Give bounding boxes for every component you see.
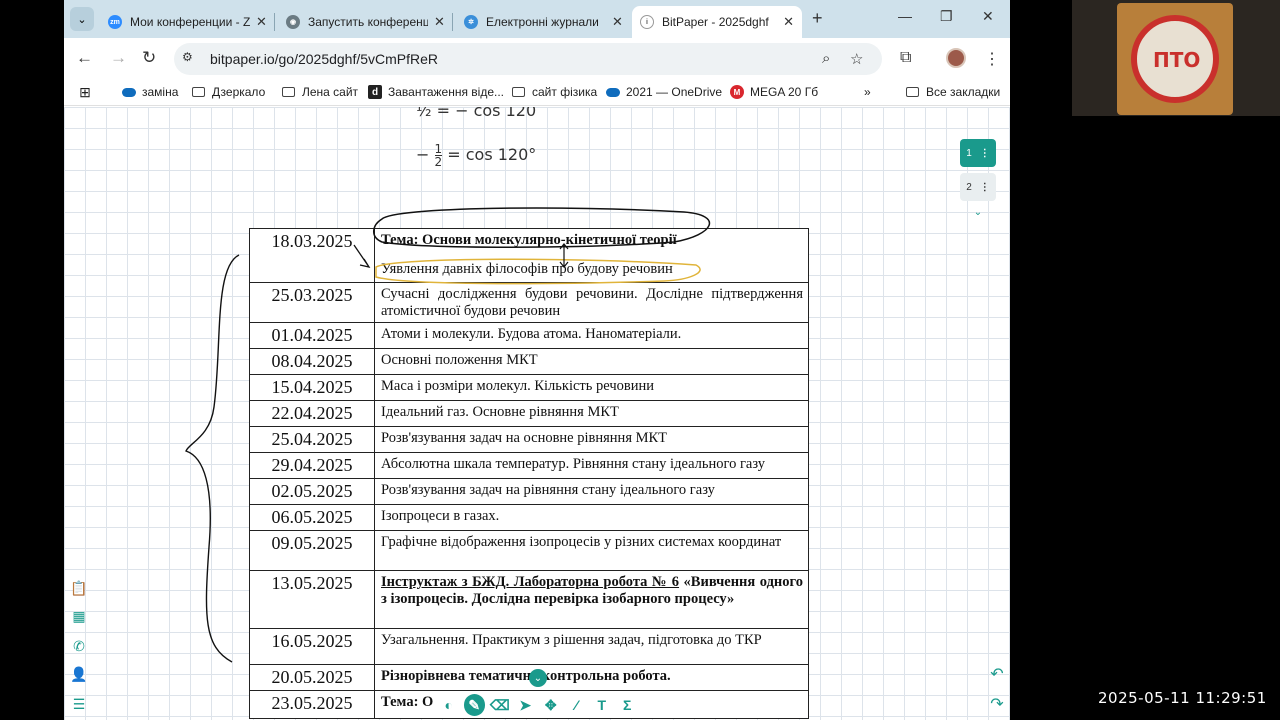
menu-dots-icon[interactable]: ⋮: [984, 49, 1000, 69]
phone-icon[interactable]: ✆: [68, 635, 90, 657]
tab-bitpaper[interactable]: i BitPaper - 2025dghf ✕: [632, 6, 802, 38]
page-number: 1: [966, 147, 972, 159]
d-icon: d: [368, 85, 382, 99]
clipboard-icon[interactable]: 📋: [68, 577, 90, 599]
user-lock-icon[interactable]: 👤: [68, 663, 90, 685]
journal-icon: ✲: [464, 15, 478, 29]
tab-journals[interactable]: ✲ Електронні журнали ✕: [456, 6, 631, 38]
chevron-down-icon[interactable]: ⌄: [529, 669, 547, 687]
address-bar[interactable]: ⚙ bitpaper.io/go/2025dghf/5vCmPfReR ⌕ ☆: [174, 43, 882, 75]
pointer-icon[interactable]: ➤: [515, 694, 537, 716]
bookmarks-bar: ⊞ заміна Дзеркало Лена сайт d Завантаженн…: [64, 80, 1010, 106]
pen-icon[interactable]: ✎: [463, 694, 485, 716]
logo: ПТО: [1117, 3, 1233, 115]
tab-title: BitPaper - 2025dghf: [662, 15, 769, 29]
table-grid-icon[interactable]: ▦: [68, 605, 90, 627]
window-close-button[interactable]: ✕: [982, 8, 994, 25]
palette-icon[interactable]: ◐: [438, 694, 460, 716]
page-thumb-2[interactable]: 2 ⋮: [960, 173, 996, 201]
bookmark-physics[interactable]: сайт фізика: [512, 85, 597, 99]
avatar[interactable]: [946, 48, 966, 68]
move-icon[interactable]: ✥: [540, 694, 562, 716]
bookmark-label: Дзеркало: [212, 85, 266, 99]
restore-button[interactable]: ❐: [940, 8, 953, 25]
close-icon[interactable]: ✕: [256, 14, 267, 30]
tab-zoom[interactable]: zm Мои конференции - Z ✕: [100, 6, 275, 38]
ink-arrow-up-down: [559, 243, 569, 268]
more-bookmarks-icon[interactable]: »: [864, 85, 871, 99]
zoom-lens-icon[interactable]: ⌕: [822, 50, 830, 67]
logo-text: ПТО: [1153, 48, 1201, 72]
browser-toolbar: ← → ↻ ⚙ bitpaper.io/go/2025dghf/5vCmPfRe…: [64, 38, 1010, 80]
close-icon[interactable]: ✕: [783, 14, 794, 30]
forward-button[interactable]: →: [110, 48, 127, 68]
reload-button[interactable]: ↻: [142, 48, 156, 68]
bookmark-label: заміна: [142, 85, 179, 99]
page-thumb-1[interactable]: 1 ⋮: [960, 139, 996, 167]
page-panel: 1 ⋮ 2 ⋮ ⌄: [960, 139, 996, 218]
tab-start-conference[interactable]: ◉ Запустить конференц ✕: [278, 6, 453, 38]
bookmark-label: Лена сайт: [302, 85, 359, 99]
onedrive-icon: [606, 87, 620, 97]
back-button[interactable]: ←: [76, 48, 93, 68]
tab-title: Мои конференции - Z: [130, 15, 250, 29]
bitpaper-icon: i: [640, 15, 654, 29]
browser-window: ⌄ zm Мои конференции - Z ✕ ◉ Запустить к…: [64, 0, 1010, 720]
site-info-icon[interactable]: ⚙: [182, 50, 200, 68]
close-icon[interactable]: ✕: [612, 14, 623, 30]
ink-brace: [185, 254, 240, 663]
redo-icon[interactable]: ↷: [986, 693, 1008, 715]
drawing-toolbar: ◐ ✎ ⌫ ➤ ✥ ⁄ T Σ: [438, 692, 638, 718]
sigma-icon[interactable]: Σ: [617, 694, 639, 716]
undo-icon[interactable]: ↶: [986, 663, 1008, 685]
folder-icon: [512, 87, 525, 97]
laser-icon[interactable]: ⁄: [566, 694, 588, 716]
whiteboard-canvas[interactable]: ½ = − cos 120 − 1 2 = cos 120° 18.03.202…: [64, 107, 1010, 720]
bookmark-star-icon[interactable]: ☆: [850, 50, 863, 68]
ink-annotations: [185, 207, 711, 663]
mega-icon: M: [730, 85, 744, 99]
bookmark-onedrive[interactable]: 2021 — OneDrive: [606, 85, 722, 99]
bookmark-label: MEGA 20 Гб: [750, 85, 819, 99]
minimize-button[interactable]: —: [898, 8, 912, 24]
eraser-icon[interactable]: ⌫: [489, 694, 511, 716]
bookmark-downloads[interactable]: d Завантаження віде...: [368, 85, 504, 99]
screen: ⌄ zm Мои конференции - Z ✕ ◉ Запустить к…: [0, 0, 1280, 720]
apps-icon[interactable]: ⊞: [78, 84, 98, 100]
new-tab-button[interactable]: +: [812, 8, 823, 29]
webcam-feed: ПТО: [1072, 0, 1280, 116]
onedrive-icon: [122, 87, 136, 97]
bookmark-dzerkalo[interactable]: Дзеркало: [192, 85, 265, 99]
text-tool-icon[interactable]: T: [591, 694, 613, 716]
bookmark-lena[interactable]: Лена сайт: [282, 85, 358, 99]
chevron-down-icon[interactable]: ⌄: [960, 207, 996, 218]
extensions-icon[interactable]: ⧉: [900, 49, 911, 67]
menu-icon[interactable]: ☰: [68, 693, 90, 715]
tab-strip: ⌄ zm Мои конференции - Z ✕ ◉ Запустить к…: [64, 0, 1010, 38]
all-bookmarks[interactable]: Все закладки: [906, 85, 1000, 99]
ink-ellipse-topic: [373, 207, 711, 248]
zoom-icon: zm: [108, 15, 122, 29]
folder-icon: [192, 87, 205, 97]
bookmark-zamina[interactable]: заміна: [122, 85, 178, 99]
tab-search-button[interactable]: ⌄: [70, 7, 94, 31]
bookmark-label: сайт фізика: [532, 85, 598, 99]
page-number: 2: [966, 181, 972, 193]
globe-icon: ◉: [286, 15, 300, 29]
ink-highlight-ellipse: [375, 258, 701, 285]
bookmark-label: Завантаження віде...: [388, 85, 505, 99]
bookmark-mega[interactable]: M MEGA 20 Гб: [730, 85, 818, 99]
bookmark-label: 2021 — OneDrive: [626, 85, 723, 99]
folder-icon: [282, 87, 295, 97]
close-icon[interactable]: ✕: [434, 14, 445, 30]
tab-title: Запустить конференц: [308, 15, 428, 29]
folder-icon: [906, 87, 919, 97]
tab-title: Електронні журнали: [486, 15, 599, 29]
ink-arrow: [353, 244, 371, 268]
bookmark-label: Все закладки: [926, 85, 1001, 99]
url-text: bitpaper.io/go/2025dghf/5vCmPfReR: [210, 51, 439, 67]
timestamp: 2025-05-11 11:29:51: [1098, 689, 1267, 707]
